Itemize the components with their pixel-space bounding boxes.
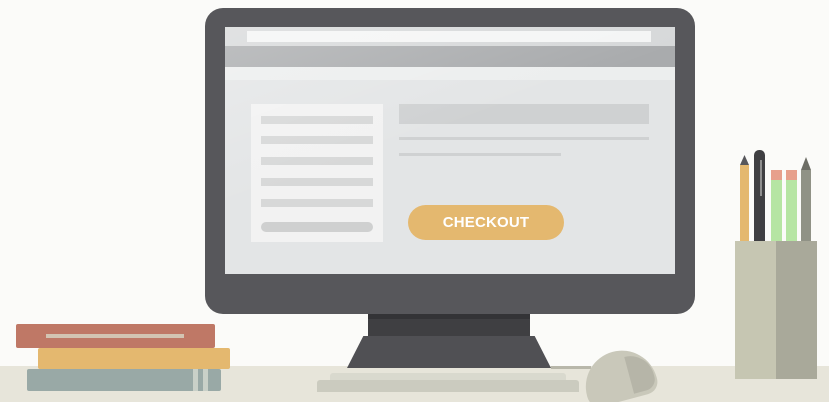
browser-toolbar xyxy=(225,27,675,46)
mouse-icon xyxy=(577,342,661,402)
book-top xyxy=(16,324,215,348)
checkout-button[interactable]: CHECKOUT xyxy=(408,205,564,240)
sidebar-placeholder-line xyxy=(261,178,373,186)
sidebar-placeholder-line xyxy=(261,199,373,207)
sidebar-placeholder-line xyxy=(261,136,373,144)
sidebar-placeholder-line xyxy=(261,157,373,165)
book-middle xyxy=(38,348,230,369)
browser-nav-bar xyxy=(225,46,675,67)
pen-holder-shadow xyxy=(776,241,817,379)
pencil-orange xyxy=(740,165,749,243)
illustration-scene: CHECKOUT xyxy=(0,0,829,402)
monitor-foot xyxy=(347,336,551,368)
pencil-tip xyxy=(801,157,811,170)
pencil-gray xyxy=(801,170,811,243)
sidebar-placeholder-line xyxy=(261,116,373,124)
marker-green xyxy=(771,180,782,243)
content-text-line xyxy=(399,137,649,140)
page-sidebar xyxy=(251,104,383,242)
content-text-line xyxy=(399,153,561,156)
browser-subnav xyxy=(225,67,675,80)
monitor-base xyxy=(317,380,579,392)
book-band xyxy=(203,369,208,391)
pen-clip xyxy=(760,160,762,196)
marker-green xyxy=(786,180,797,243)
book-spine-stripe xyxy=(46,334,184,338)
mouse-cable xyxy=(551,366,591,369)
pencil-tip xyxy=(740,155,749,165)
book-bottom xyxy=(27,369,221,391)
sidebar-placeholder-pill xyxy=(261,222,373,232)
book-band xyxy=(193,369,198,391)
content-header-placeholder xyxy=(399,104,649,124)
mouse-shadow xyxy=(624,350,658,394)
monitor-neck-shadow xyxy=(368,314,530,319)
monitor-screen: CHECKOUT xyxy=(225,27,675,274)
browser-address-bar xyxy=(247,31,651,42)
monitor-icon: CHECKOUT xyxy=(205,8,695,314)
